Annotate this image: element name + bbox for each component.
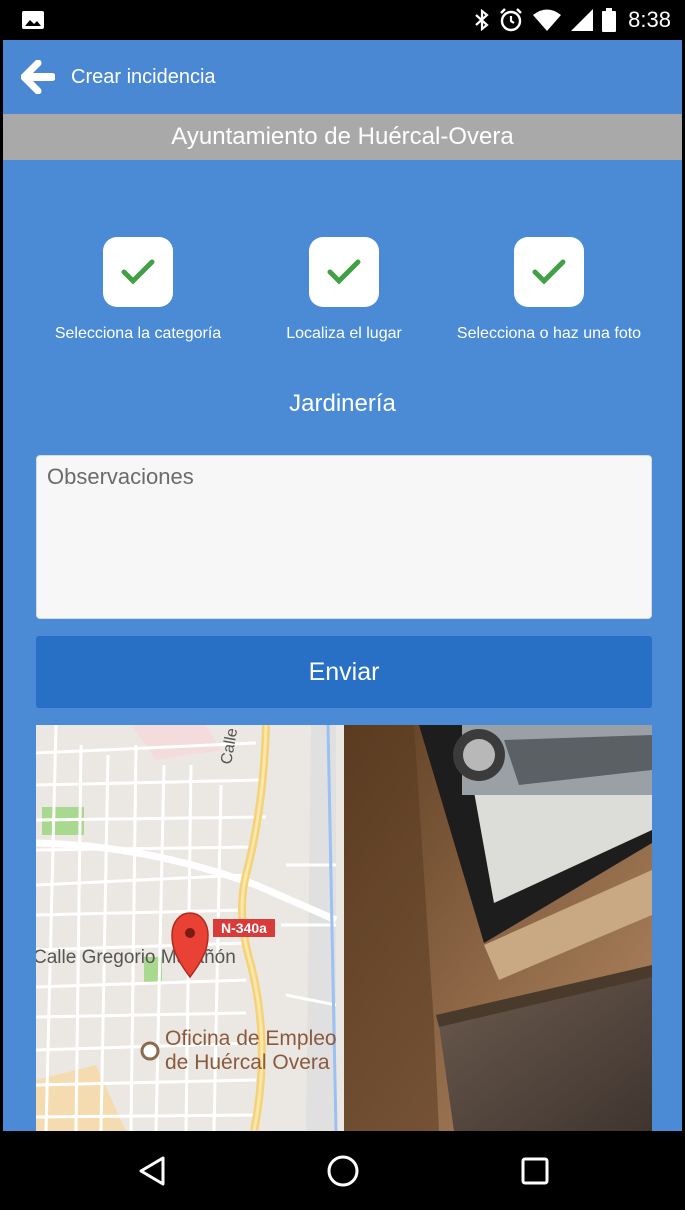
step-category[interactable]: Selecciona la categoría	[28, 237, 248, 343]
back-triangle-icon	[139, 1156, 165, 1186]
step-check-box	[514, 237, 584, 307]
progress-steps: Selecciona la categoría Localiza el luga…	[3, 237, 682, 357]
main-content: Selecciona la categoría Localiza el luga…	[3, 160, 682, 1131]
alarm-icon	[500, 8, 523, 32]
checkmark-icon	[121, 259, 155, 285]
map-drawing: N-340a Calle Calle Gregorio Marañón Ofic…	[36, 725, 344, 1131]
step-check-box	[103, 237, 173, 307]
recents-square-icon	[521, 1157, 549, 1185]
bluetooth-icon	[475, 8, 489, 32]
arrow-left-icon	[21, 60, 55, 94]
checkmark-icon	[532, 259, 566, 285]
page-title: Crear incidencia	[71, 65, 216, 88]
battery-icon	[602, 8, 617, 32]
send-button[interactable]: Enviar	[36, 636, 652, 708]
map-poi-line1: Oficina de Empleo	[165, 1027, 337, 1050]
photo-drawing	[344, 725, 652, 1131]
nav-recents-button[interactable]	[515, 1151, 555, 1191]
location-map[interactable]: N-340a Calle Calle Gregorio Marañón Ofic…	[36, 725, 344, 1131]
poi-icon	[140, 1041, 160, 1061]
nav-home-button[interactable]	[323, 1151, 363, 1191]
map-road-badge: N-340a	[221, 920, 267, 936]
cell-signal-icon	[571, 9, 594, 31]
nav-back-button[interactable]	[132, 1151, 172, 1191]
step-photo[interactable]: Selecciona o haz una foto	[439, 237, 659, 343]
municipality-banner: Ayuntamiento de Huércal-Overa	[3, 114, 682, 160]
image-icon	[22, 11, 44, 29]
wifi-icon	[533, 9, 562, 31]
incident-photo[interactable]	[344, 725, 652, 1131]
map-poi-line2: de Huércal Overa	[165, 1051, 330, 1074]
checkmark-icon	[327, 259, 361, 285]
clock: 8:38	[628, 7, 671, 32]
back-button[interactable]	[7, 40, 69, 114]
step-label: Selecciona o haz una foto	[456, 325, 642, 342]
step-label: Localiza el lugar	[286, 325, 402, 342]
selected-category: Jardinería	[289, 390, 396, 417]
app-bar: Crear incidencia	[3, 40, 682, 114]
preview-thumbnails: N-340a Calle Calle Gregorio Marañón Ofic…	[36, 725, 652, 1131]
observations-field[interactable]	[36, 455, 652, 619]
home-circle-icon	[327, 1155, 359, 1187]
step-label: Selecciona la categoría	[54, 325, 222, 342]
step-location[interactable]: Localiza el lugar	[234, 237, 454, 343]
system-nav-bar	[0, 1131, 685, 1210]
status-bar: 8:38	[0, 0, 685, 40]
step-check-box	[309, 237, 379, 307]
